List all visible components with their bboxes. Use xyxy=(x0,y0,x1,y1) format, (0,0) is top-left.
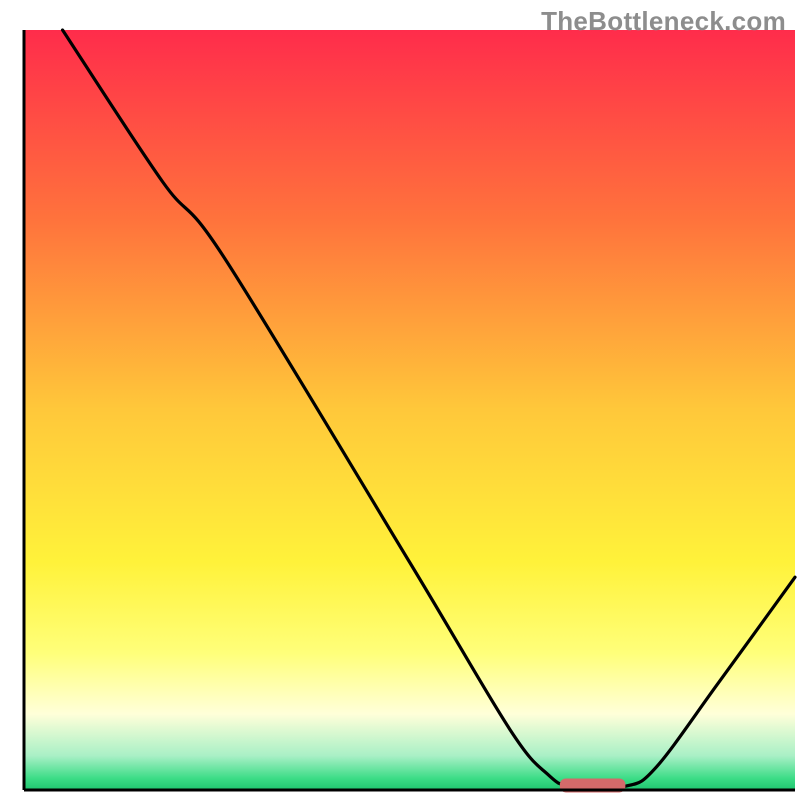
plot-background xyxy=(24,30,795,790)
bottleneck-chart xyxy=(0,0,800,800)
watermark: TheBottleneck.com xyxy=(541,6,786,37)
